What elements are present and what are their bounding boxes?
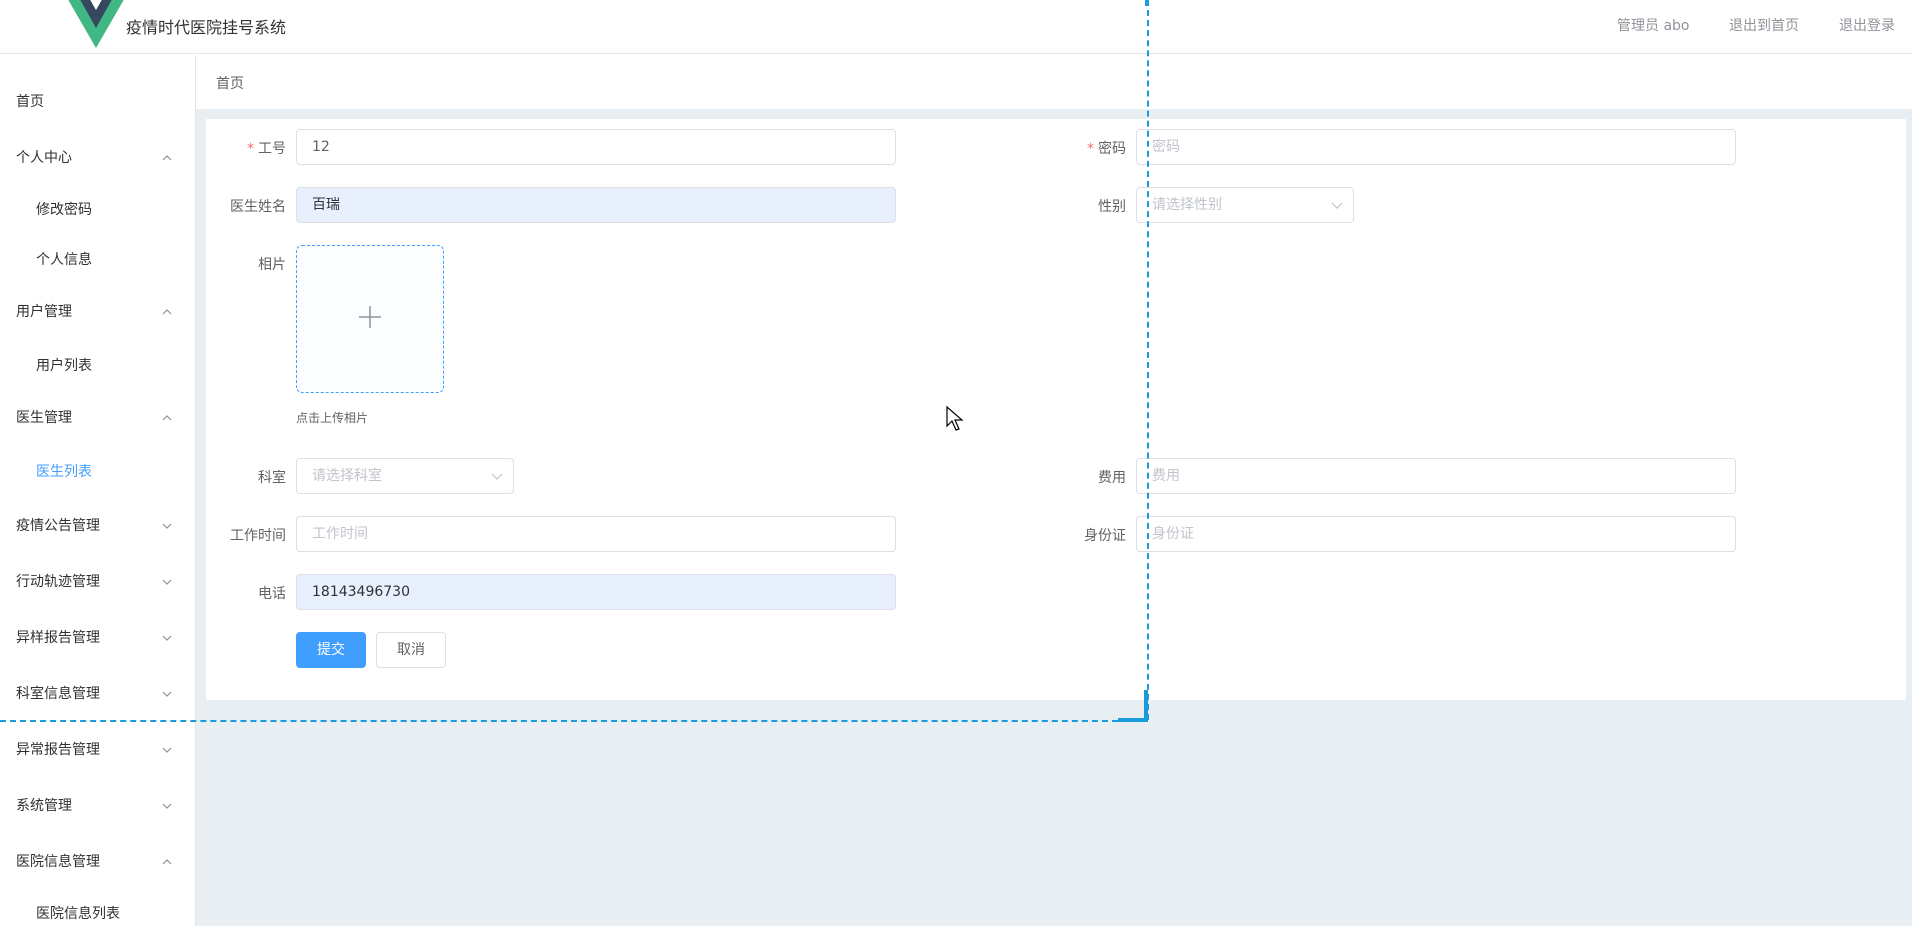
sidebar-item-system-management[interactable]: 系统管理	[0, 781, 195, 831]
chevron-down-icon	[161, 781, 173, 831]
app-title: 疫情时代医院挂号系统	[126, 18, 287, 37]
phone-input[interactable]: 18143496730	[296, 574, 896, 610]
breadcrumb[interactable]: 首页	[216, 73, 244, 93]
chevron-up-icon	[161, 837, 173, 887]
sidebar-item-change-password[interactable]: 修改密码	[0, 185, 195, 235]
sidebar-item-hospital-info[interactable]: 医院信息管理	[0, 837, 195, 887]
doctor-form-card: * 工号 12 * 密码 密码 医生姓名 百瑞 性别 请选择性别 相片 点击上传相片…	[206, 119, 1906, 700]
chevron-down-icon	[161, 613, 173, 663]
sidebar-item-user-list[interactable]: 用户列表	[0, 341, 195, 391]
sidebar-item-label: 医院信息列表	[36, 906, 120, 922]
chevron-down-icon	[161, 725, 173, 775]
job-no-label-text: 工号	[258, 141, 286, 157]
department-select[interactable]: 请选择科室	[296, 458, 514, 494]
sidebar-menu: 首页 个人中心 修改密码 个人信息 用户管理 用户列表 医生管理 医生列表 疫情…	[0, 55, 196, 926]
sidebar-item-department-info[interactable]: 科室信息管理	[0, 669, 195, 719]
exit-to-home-link[interactable]: 退出到首页	[1729, 15, 1799, 35]
chevron-down-icon	[1331, 188, 1343, 222]
chevron-up-icon	[161, 393, 173, 443]
password-label-text: 密码	[1098, 141, 1126, 157]
sidebar-item-user-management[interactable]: 用户管理	[0, 287, 195, 337]
chevron-up-icon	[161, 133, 173, 183]
department-label: 科室	[258, 470, 286, 486]
mouse-cursor-icon	[946, 406, 964, 431]
breadcrumb-bar: 首页	[196, 55, 1912, 109]
sidebar-item-home[interactable]: 首页	[0, 77, 195, 127]
logout-link[interactable]: 退出登录	[1839, 15, 1895, 35]
sidebar-item-label: 异常报告管理	[16, 742, 100, 758]
admin-username: 管理员 abo	[1617, 18, 1690, 34]
doctor-name-label: 医生姓名	[230, 199, 286, 215]
password-input[interactable]: 密码	[1136, 129, 1736, 165]
chevron-down-icon	[161, 669, 173, 719]
selection-border-bottom	[0, 720, 1148, 722]
work-time-input[interactable]: 工作时间	[296, 516, 896, 552]
sidebar-item-trajectory[interactable]: 行动轨迹管理	[0, 557, 195, 607]
id-card-label: 身份证	[1084, 528, 1126, 544]
sidebar-item-hospital-info-list[interactable]: 医院信息列表	[0, 889, 195, 926]
vue-logo-icon	[68, 0, 124, 48]
required-asterisk: *	[1087, 141, 1094, 157]
sidebar-item-doctor-list[interactable]: 医生列表	[0, 447, 195, 497]
phone-label: 电话	[258, 586, 286, 602]
sidebar-item-personal-center[interactable]: 个人中心	[0, 133, 195, 183]
chevron-down-icon	[491, 459, 503, 493]
gender-select-placeholder: 请选择性别	[1152, 197, 1222, 213]
photo-upload-box[interactable]	[296, 245, 444, 393]
sidebar-item-label: 个人中心	[16, 150, 72, 166]
doctor-name-input[interactable]: 百瑞	[296, 187, 896, 223]
photo-label: 相片	[258, 257, 286, 273]
sidebar-item-label: 异样报告管理	[16, 630, 100, 646]
sidebar-item-label: 医院信息管理	[16, 854, 100, 870]
sidebar-item-abnormal-report[interactable]: 异常报告管理	[0, 725, 195, 775]
cancel-button[interactable]: 取消	[376, 632, 446, 668]
job-no-input[interactable]: 12	[296, 129, 896, 165]
plus-icon	[357, 304, 383, 334]
department-select-placeholder: 请选择科室	[312, 468, 382, 484]
selection-resize-handle[interactable]	[1118, 690, 1148, 722]
top-header: 疫情时代医院挂号系统 管理员 abo 退出到首页 退出登录	[0, 0, 1912, 54]
sidebar-item-label: 修改密码	[36, 202, 92, 218]
chevron-up-icon	[161, 287, 173, 337]
sidebar-item-personal-info[interactable]: 个人信息	[0, 235, 195, 285]
sidebar-item-label: 个人信息	[36, 252, 92, 268]
photo-upload-tip: 点击上传相片	[296, 411, 369, 425]
gender-label: 性别	[1098, 199, 1126, 215]
required-asterisk: *	[247, 141, 254, 157]
chevron-down-icon	[161, 501, 173, 551]
sidebar-item-label: 系统管理	[16, 798, 72, 814]
job-no-label: * 工号	[236, 138, 286, 158]
sidebar-item-label: 用户管理	[16, 304, 72, 320]
sidebar-item-doctor-management[interactable]: 医生管理	[0, 393, 195, 443]
id-card-input[interactable]: 身份证	[1136, 516, 1736, 552]
selection-border-right	[1147, 0, 1149, 720]
gender-select[interactable]: 请选择性别	[1136, 187, 1354, 223]
sidebar-item-abnormal-sample[interactable]: 异样报告管理	[0, 613, 195, 663]
sidebar-item-label: 行动轨迹管理	[16, 574, 100, 590]
sidebar-item-label: 科室信息管理	[16, 686, 100, 702]
chevron-down-icon	[161, 557, 173, 607]
fee-label: 费用	[1098, 470, 1126, 486]
sidebar-item-label: 疫情公告管理	[16, 518, 100, 534]
sidebar-item-label: 医生管理	[16, 410, 72, 426]
main-content: 首页 * 工号 12 * 密码 密码 医生姓名 百瑞 性别 请选择性别 相片 点击上…	[196, 55, 1912, 926]
sidebar-item-label: 医生列表	[36, 464, 92, 480]
submit-button[interactable]: 提交	[296, 632, 366, 668]
fee-input[interactable]: 费用	[1136, 458, 1736, 494]
work-time-label: 工作时间	[230, 528, 286, 544]
sidebar-item-label: 用户列表	[36, 358, 92, 374]
password-label: * 密码	[1076, 138, 1126, 158]
sidebar-item-epidemic-notice[interactable]: 疫情公告管理	[0, 501, 195, 551]
sidebar-item-label: 首页	[16, 94, 44, 110]
